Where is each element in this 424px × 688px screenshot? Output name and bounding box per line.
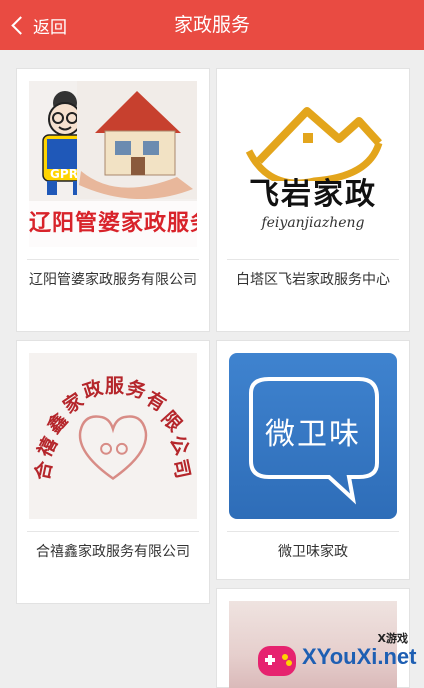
chevron-left-icon	[11, 15, 30, 35]
watermark: X游戏 XYouXi.net	[254, 630, 424, 688]
listing-image: 合 禧 鑫 家 政 服 务 有 限 公 司	[29, 353, 197, 519]
listing-title: 微卫味家政	[227, 531, 399, 565]
listing-card[interactable]: 飞岩家政 feiyanjiazheng 白塔区飞岩家政服务中心	[216, 68, 410, 332]
listing-image: 微卫味	[229, 353, 397, 519]
back-label: 返回	[33, 17, 67, 38]
listing-card[interactable]: 合 禧 鑫 家 政 服 务 有 限 公 司 合禧鑫家政服务有限公司	[16, 340, 210, 604]
house-in-hands-image	[77, 81, 197, 199]
listing-card[interactable]: GPR 辽阳管婆家政服务 辽阳管婆家政服务有限公司	[16, 68, 210, 332]
app-header: 返回 家政服务	[0, 0, 424, 50]
logo-subtitle: feiyanjiazheng	[261, 215, 365, 231]
listing-image: GPR 辽阳管婆家政服务	[29, 81, 197, 247]
watermark-main-text: XYouXi.net	[302, 644, 417, 669]
banner-text: 辽阳管婆家政服务	[29, 201, 197, 247]
listing-image: 飞岩家政 feiyanjiazheng	[229, 81, 397, 247]
logo-title: 微卫味	[265, 417, 361, 452]
listing-title: 辽阳管婆家政服务有限公司	[27, 259, 199, 293]
back-button[interactable]: 返回	[8, 10, 67, 40]
listing-title: 合禧鑫家政服务有限公司	[27, 531, 199, 565]
gamepad-logo-icon	[258, 646, 296, 676]
listing-card[interactable]: 微卫味 微卫味家政	[216, 340, 410, 580]
listing-title: 白塔区飞岩家政服务中心	[227, 259, 399, 293]
heart-house-logo-icon	[245, 107, 383, 181]
logo-title: 飞岩家政	[249, 177, 377, 212]
arc-char: 服	[105, 375, 125, 397]
